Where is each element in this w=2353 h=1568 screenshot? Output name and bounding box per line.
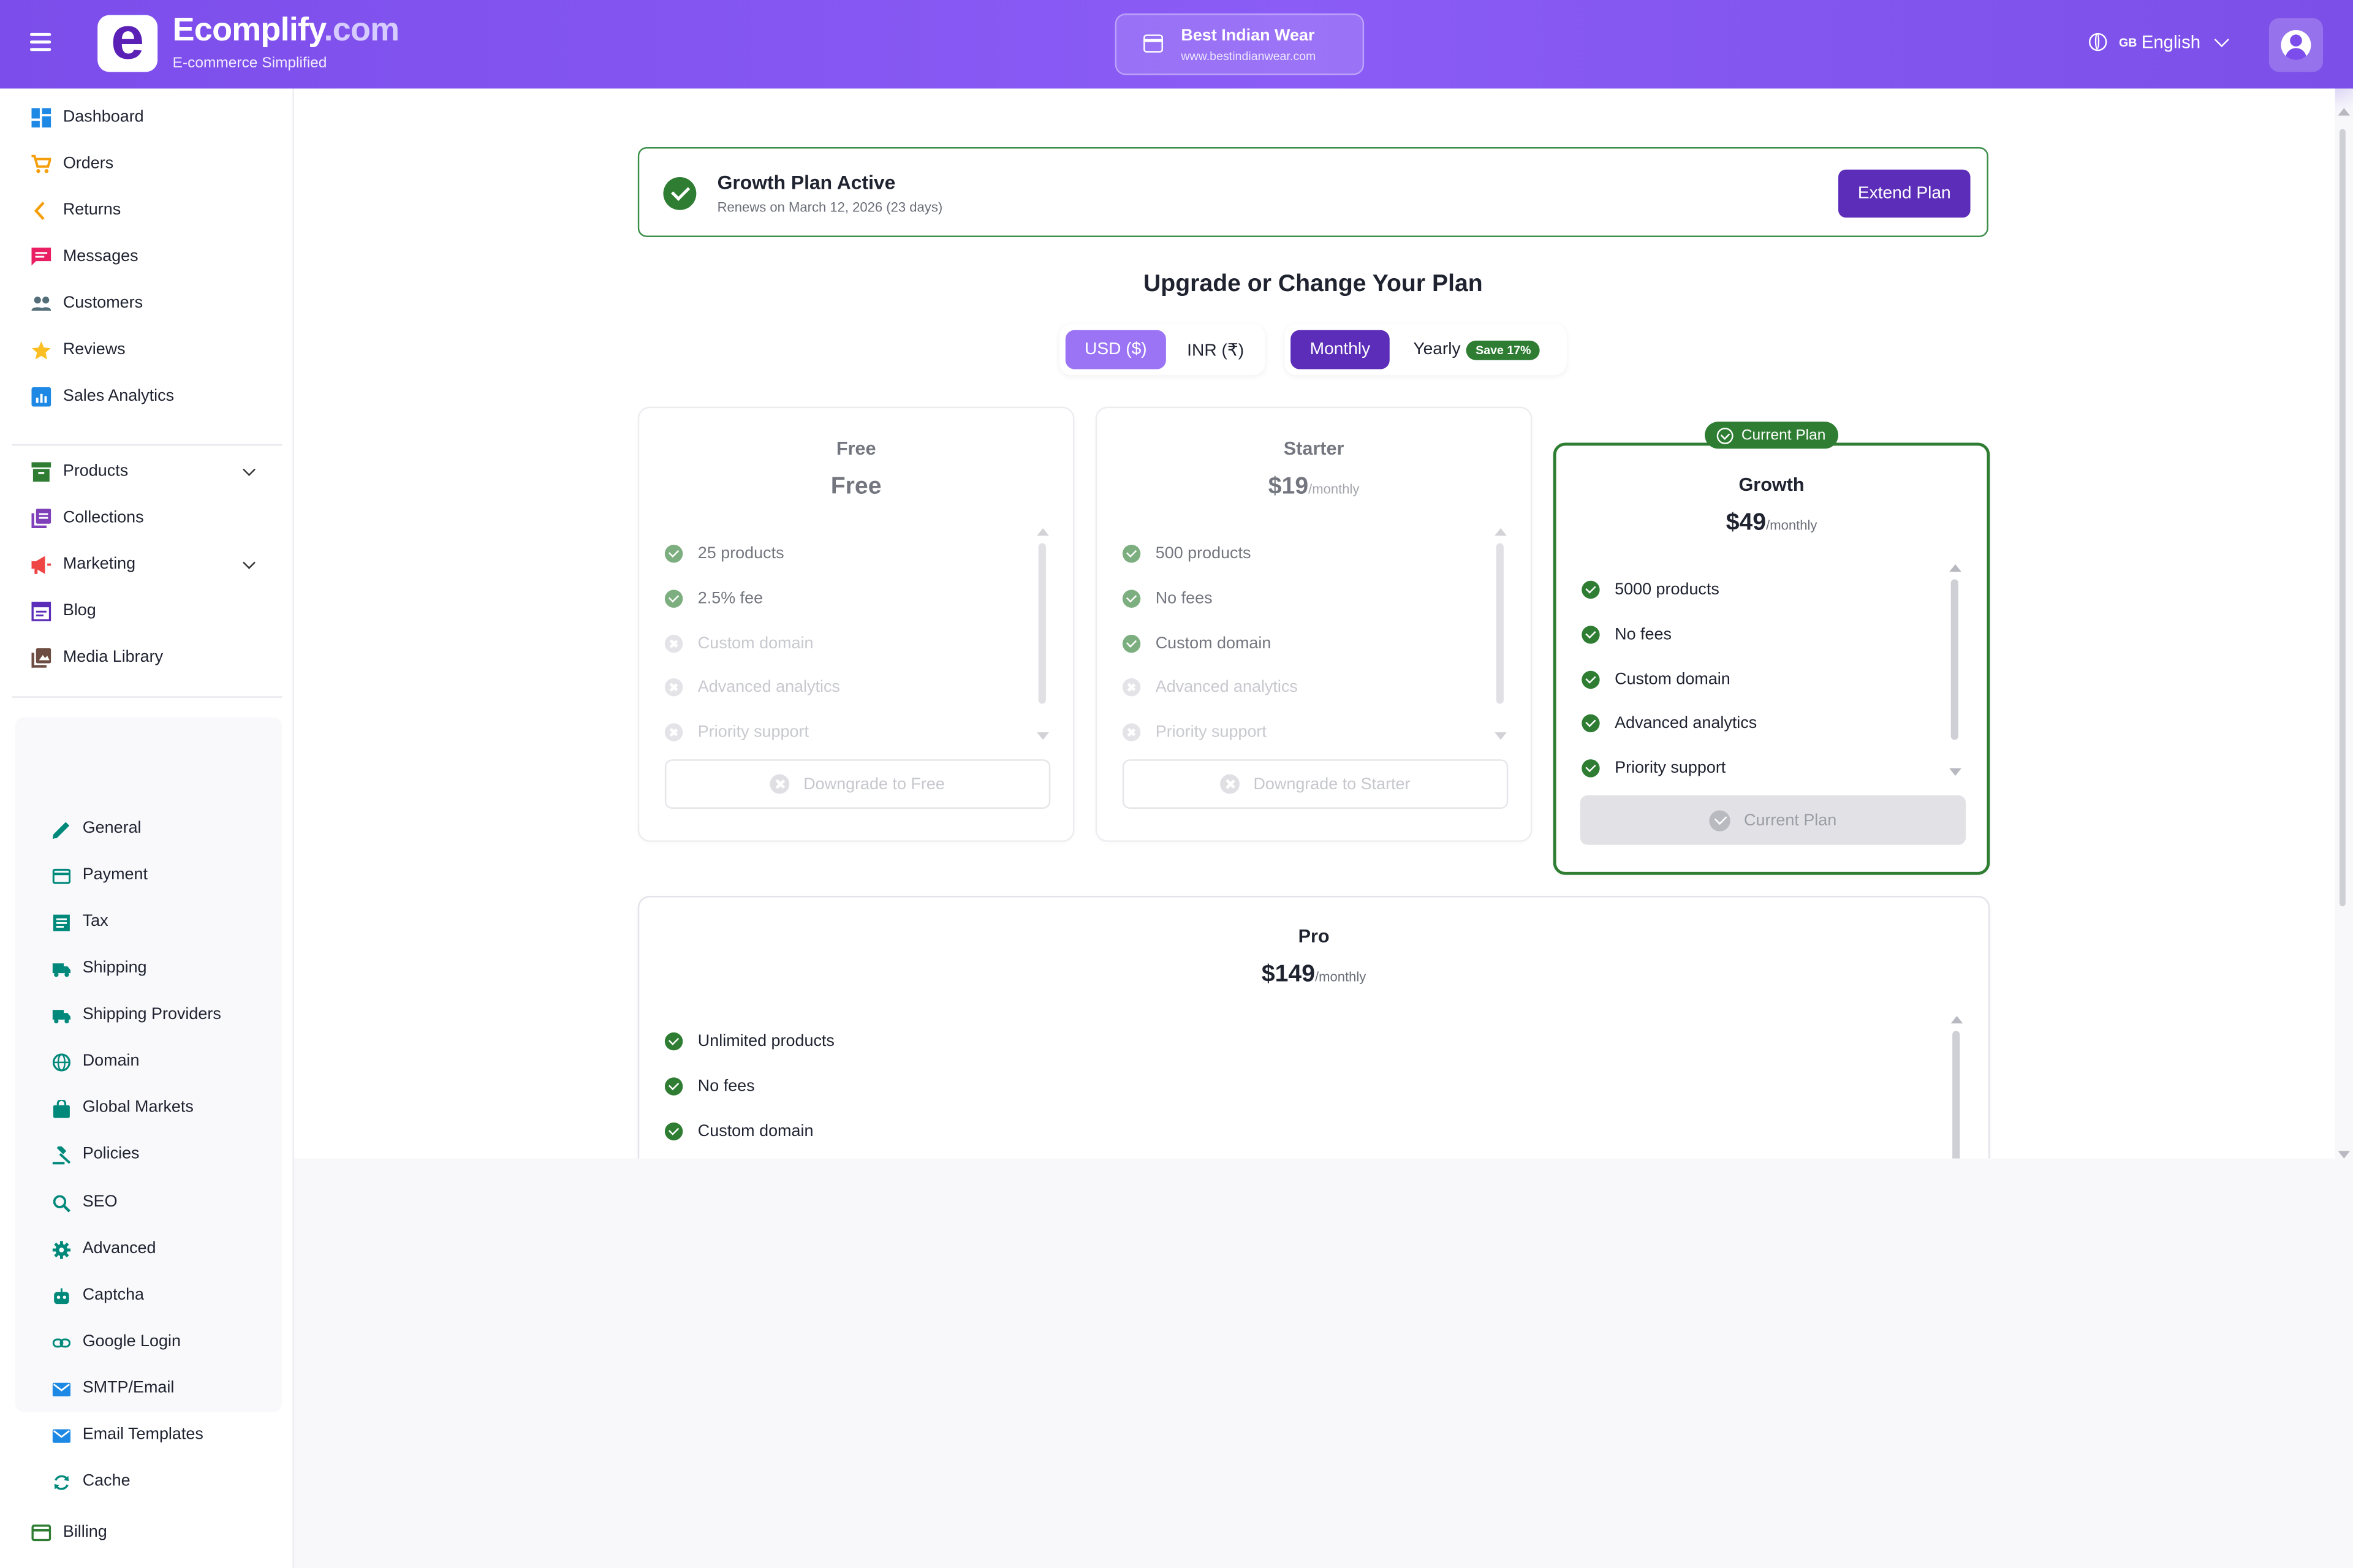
mail-icon	[52, 1425, 71, 1443]
settings-item-captcha[interactable]: Captcha	[0, 1275, 293, 1314]
mail-icon	[52, 1379, 71, 1396]
settings-item-label: SMTP/Email	[82, 1379, 175, 1397]
settings-item-seo[interactable]: SEO	[0, 1182, 293, 1221]
pro-card-clip: Pro $149/monthly Unlimited products No fe…	[0, 0, 2353, 1159]
feature-text: Custom domain	[697, 1121, 814, 1140]
settings-item-label: Email Templates	[82, 1425, 203, 1444]
check-circle-icon	[664, 1032, 683, 1051]
refresh-icon	[53, 1472, 70, 1490]
settings-item-cache[interactable]: Cache	[0, 1461, 293, 1501]
sidebar-item-billing[interactable]: Billing	[0, 1513, 293, 1552]
feature-text: No fees	[697, 1077, 755, 1096]
settings-item-label: Cache	[82, 1472, 131, 1490]
settings-item-label: Captcha	[82, 1286, 145, 1304]
feature-item: Custom domain	[664, 1121, 814, 1140]
plan-price: $149/monthly	[639, 962, 1988, 989]
feature-item: No fees	[664, 1077, 755, 1096]
check-circle-icon	[664, 1121, 683, 1140]
check-circle-icon	[664, 1077, 683, 1096]
settings-item-google-login[interactable]: Google Login	[0, 1322, 293, 1361]
robot-icon	[53, 1286, 70, 1304]
gear-icon	[52, 1239, 71, 1259]
sidebar-item-label: Billing	[63, 1523, 107, 1542]
search-icon	[53, 1192, 70, 1212]
plan-card-pro: Pro $149/monthly Unlimited products No fe…	[637, 896, 1990, 1159]
settings-item-smtp-email[interactable]: SMTP/Email	[0, 1368, 293, 1407]
settings-item-label: SEO	[82, 1192, 118, 1211]
billing-card-icon	[31, 1523, 51, 1542]
settings-item-email-templates[interactable]: Email Templates	[0, 1415, 293, 1454]
plan-name: Pro	[1298, 926, 1330, 947]
feature-scrollbar[interactable]	[1950, 1015, 1963, 1159]
price-amount: $149	[1261, 961, 1316, 988]
settings-item-label: Advanced	[82, 1238, 156, 1257]
settings-item-advanced[interactable]: Advanced	[0, 1229, 293, 1268]
link-icon	[52, 1332, 71, 1350]
settings-item-label: Google Login	[82, 1332, 181, 1350]
price-period: /monthly	[1315, 969, 1366, 985]
feature-item: Unlimited products	[664, 1032, 835, 1051]
feature-text: Unlimited products	[697, 1032, 835, 1051]
